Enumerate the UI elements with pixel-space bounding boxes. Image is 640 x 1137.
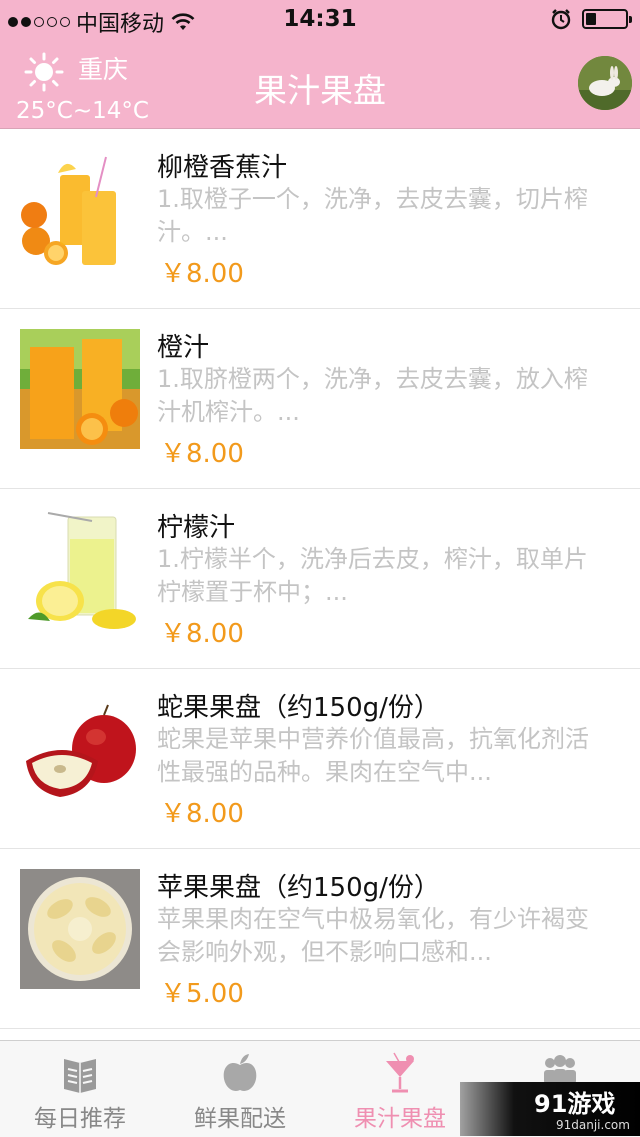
book-icon [64, 1059, 96, 1093]
product-description: 1.柠檬半个，洗净后去皮，榨汁，取单片柠檬置于杯中；... [157, 545, 588, 606]
lemon-juice-image [20, 509, 140, 629]
product-name: 柳橙香蕉汁 [157, 153, 288, 183]
list-item[interactable]: 蛇果果盘（约150g/份） 蛇果是苹果中营养价值最高，抗氧化剂活性最强的品种。果… [0, 669, 640, 849]
product-name: 橙汁 [157, 333, 210, 363]
apple-icon [223, 1054, 257, 1091]
product-name: 柠檬汁 [157, 513, 236, 543]
tab-label: 果汁果盘 [354, 1106, 446, 1132]
tab-daily-recommend[interactable]: 每日推荐 [0, 1041, 160, 1137]
product-price: ￥8.00 [160, 439, 244, 469]
product-description: 苹果果肉在空气中极易氧化，有少许褐变会影响外观，但不影响口感和... [157, 905, 589, 966]
product-price: ￥8.00 [160, 259, 244, 289]
red-apple-image [20, 689, 140, 809]
list-item[interactable]: 苹果果盘（约150g/份） 苹果果肉在空气中极易氧化，有少许褐变会影响外观，但不… [0, 849, 640, 1029]
orange-juice-image [20, 329, 140, 449]
product-description: 蛇果是苹果中营养价值最高，抗氧化剂活性最强的品种。果肉在空气中... [157, 725, 589, 786]
page-title: 果汁果盘 [254, 71, 386, 110]
tab-label: 鲜果配送 [194, 1106, 286, 1132]
orange-banana-juice-image [20, 149, 140, 269]
navigation-bar: 重庆 25°C~14°C 果汁果盘 [0, 40, 640, 129]
tab-juice-platter[interactable]: 果汁果盘 [320, 1041, 480, 1137]
product-description: 1.取橙子一个，洗净，去皮去囊，切片榨汁。... [157, 185, 588, 246]
list-item[interactable]: 柳橙香蕉汁 1.取橙子一个，洗净，去皮去囊，切片榨汁。... ￥8.00 [0, 129, 640, 309]
watermark-url: 91danji.com [556, 1118, 630, 1132]
product-list: 柳橙香蕉汁 1.取橙子一个，洗净，去皮去囊，切片榨汁。... ￥8.00 橙汁 … [0, 129, 640, 1029]
product-price: ￥5.00 [160, 979, 244, 1009]
cocktail-glass-icon [386, 1052, 414, 1093]
apple-platter-image [20, 869, 140, 989]
product-description: 1.取脐橙两个，洗净，去皮去囊，放入榨汁机榨汁。... [157, 365, 588, 426]
product-name: 蛇果果盘（约150g/份） [157, 693, 440, 723]
tab-label: 每日推荐 [34, 1106, 126, 1132]
product-price: ￥8.00 [160, 799, 244, 829]
clock: 14:31 [283, 6, 357, 32]
product-price: ￥8.00 [160, 619, 244, 649]
tab-fruit-delivery[interactable]: 鲜果配送 [160, 1041, 320, 1137]
battery-icon [582, 9, 632, 29]
alarm-icon [551, 9, 571, 30]
watermark: 91游戏 91danji.com [460, 1082, 640, 1136]
avatar[interactable] [578, 56, 632, 110]
list-item[interactable]: 橙汁 1.取脐橙两个，洗净，去皮去囊，放入榨汁机榨汁。... ￥8.00 [0, 309, 640, 489]
list-item[interactable]: 柠檬汁 1.柠檬半个，洗净后去皮，榨汁，取单片柠檬置于杯中；... ￥8.00 [0, 489, 640, 669]
status-bar: 中国移动 14:31 [0, 0, 640, 40]
product-name: 苹果果盘（约150g/份） [157, 873, 440, 903]
watermark-logo-text: 91游戏 [534, 1090, 616, 1118]
